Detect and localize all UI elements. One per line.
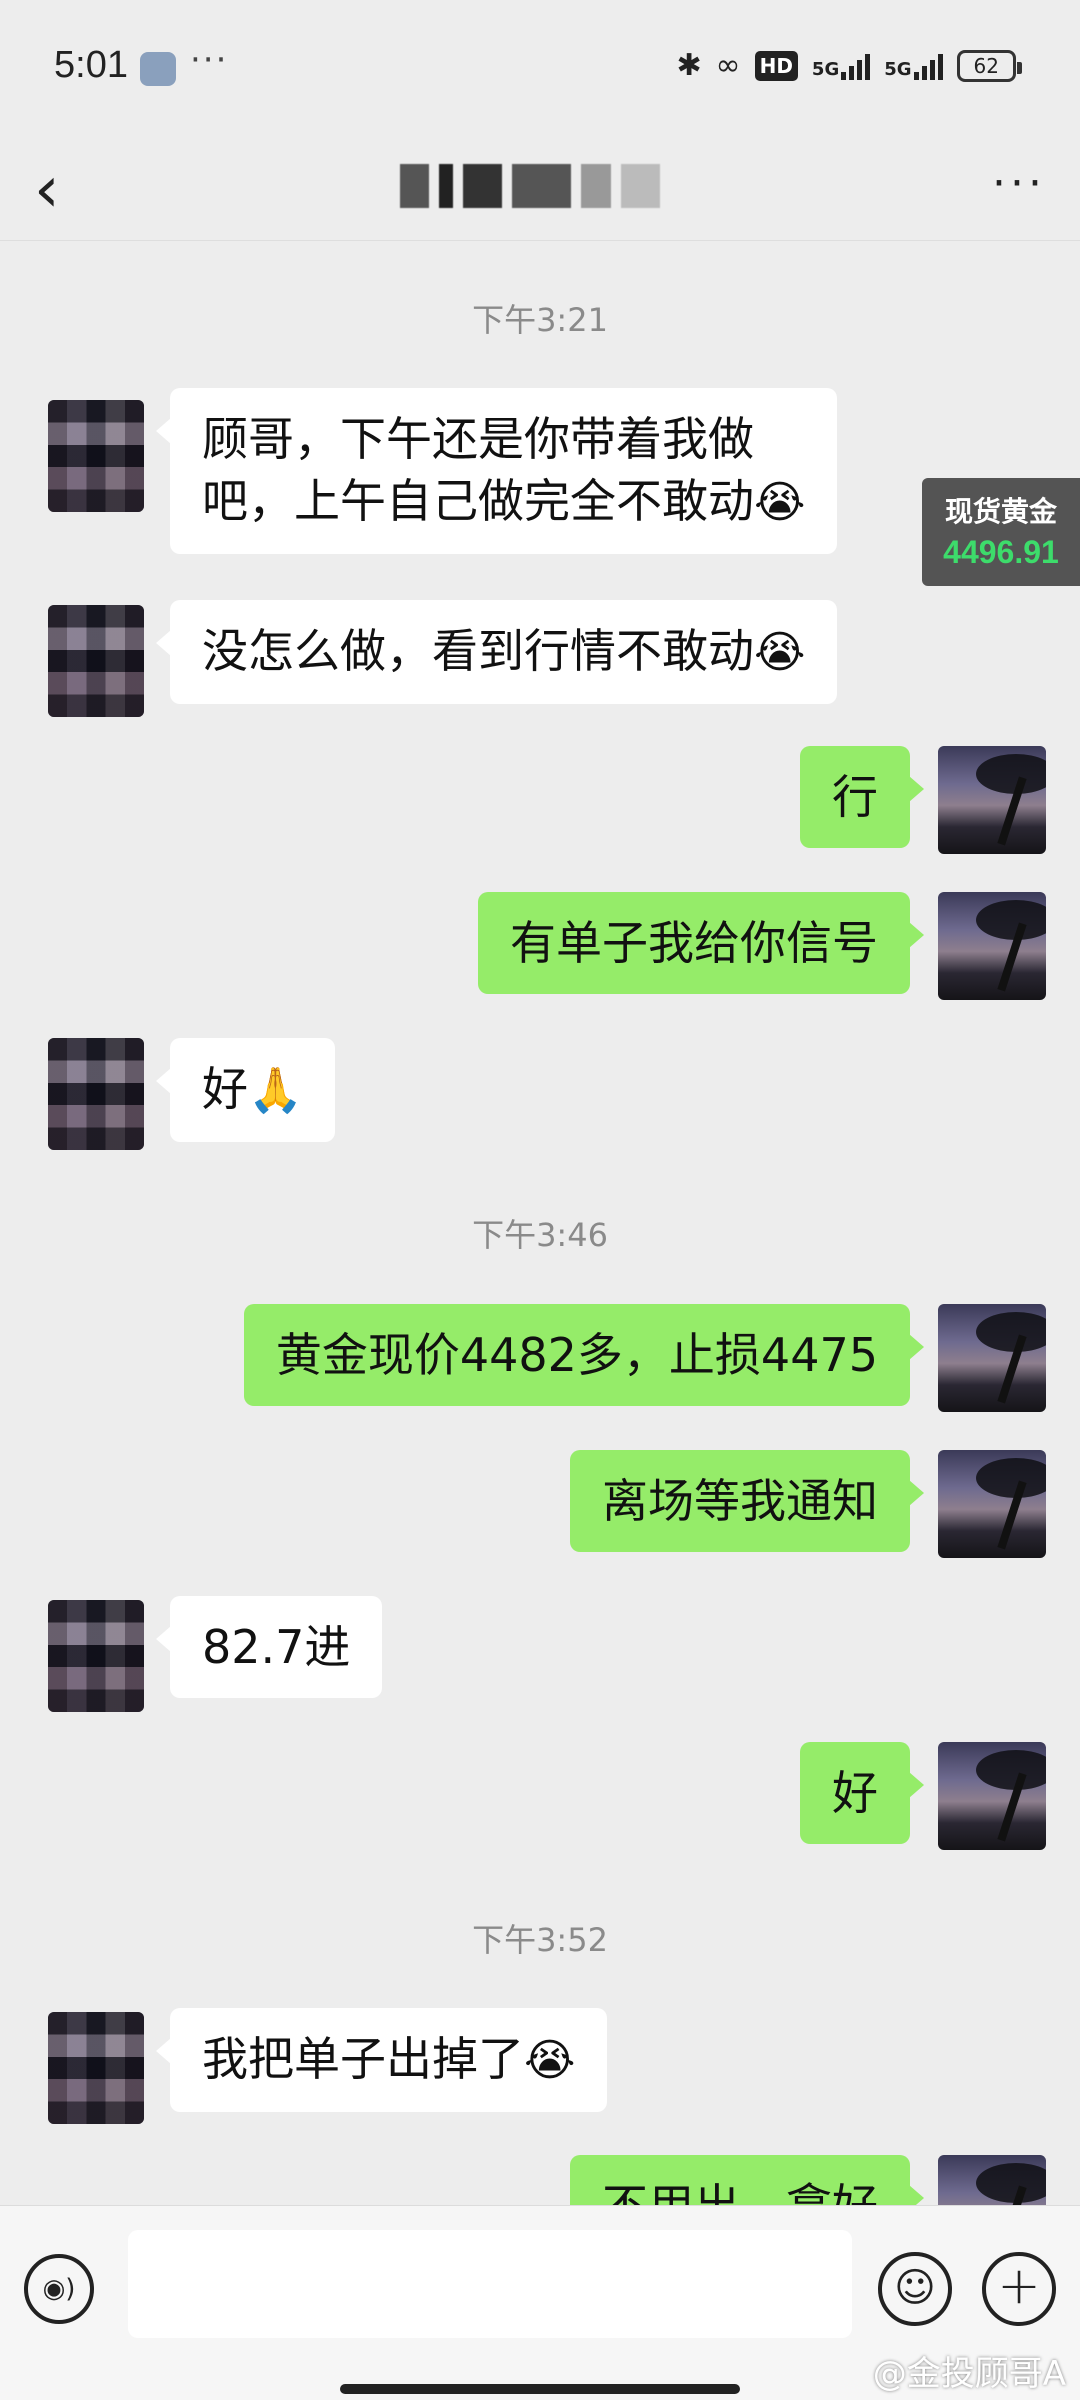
chat-header: ‹ ··· — [0, 140, 1080, 241]
signal-1: 5G — [811, 52, 871, 80]
message-text: 好 — [832, 1766, 878, 1820]
my-avatar[interactable] — [938, 746, 1046, 854]
message-text: 没怎么做，看到行情不敢动 — [202, 624, 754, 678]
message-bubble-outgoing[interactable]: 行 — [800, 746, 924, 848]
message-text: 有单子我给你信号 — [510, 916, 878, 970]
timestamp: 下午3:21 — [472, 301, 608, 339]
battery-icon: 62 — [956, 49, 1023, 82]
status-indicators: ✱ ∞ HD 5G 5G 62 — [676, 48, 1023, 83]
message-text: 行 — [832, 770, 878, 824]
my-avatar[interactable] — [938, 2155, 1046, 2205]
my-avatar[interactable] — [938, 1450, 1046, 1558]
status-bar: 5:01 ··· ✱ ∞ HD 5G 5G 62 — [0, 0, 1080, 140]
voice-icon[interactable]: ◉) — [24, 2254, 94, 2324]
message-bubble-outgoing[interactable]: 黄金现价4482多，止损4475 — [243, 1304, 925, 1406]
back-button[interactable]: ‹ — [34, 150, 60, 230]
watermark: @金投顾哥A — [872, 2354, 1066, 2394]
gold-widget-title: 现货黄金 — [944, 495, 1057, 528]
message-text: 不用出，拿好 — [602, 2179, 878, 2205]
message-text: 我把单子出掉了 — [202, 2032, 524, 2086]
message-text: 82.7进 — [202, 1620, 351, 1674]
network-type-1: 5G — [811, 58, 840, 80]
message-bubble-incoming[interactable]: 我把单子出掉了😭 — [155, 2008, 608, 2112]
message-text: 黄金现价4482多，止损4475 — [275, 1328, 878, 1382]
message-text: 好 — [202, 1062, 248, 1116]
message-text-line: 吧，上午自己做完全不敢动😭 — [202, 474, 806, 528]
message-bubble-outgoing[interactable]: 不用出，拿好 — [570, 2155, 924, 2205]
timestamp: 下午3:46 — [472, 1216, 608, 1254]
chat-screen: 5:01 ··· ✱ ∞ HD 5G 5G 62 ‹ ··· 下午3:21 顾哥… — [0, 0, 1080, 2400]
my-avatar[interactable] — [938, 1742, 1046, 1850]
message-bubble-incoming[interactable]: 82.7进 — [155, 1596, 383, 1698]
message-input[interactable] — [128, 2230, 852, 2338]
home-indicator[interactable] — [340, 2384, 740, 2394]
plus-icon[interactable]: + — [982, 2252, 1056, 2326]
signal-bars-icon — [913, 52, 943, 80]
message-bubble-outgoing[interactable]: 好 — [800, 1742, 924, 1844]
message-bubble-incoming[interactable]: 没怎么做，看到行情不敢动😭 — [155, 600, 838, 704]
message-bubble-incoming[interactable]: 顾哥，下午还是你带着我做 吧，上午自己做完全不敢动😭 — [155, 388, 838, 554]
crying-emoji-icon: 😭 — [754, 477, 806, 528]
contact-avatar[interactable] — [48, 400, 144, 512]
more-button[interactable]: ··· — [992, 158, 1046, 209]
my-avatar[interactable] — [938, 892, 1046, 1000]
my-avatar[interactable] — [938, 1304, 1046, 1412]
status-time: 5:01 — [54, 44, 128, 86]
signal-2: 5G — [884, 52, 943, 80]
message-bubble-outgoing[interactable]: 有单子我给你信号 — [478, 892, 924, 994]
link-icon: ∞ — [715, 48, 741, 83]
message-bubble-incoming[interactable]: 好🙏 — [156, 1038, 335, 1142]
contact-avatar[interactable] — [48, 605, 144, 717]
bluetooth-icon: ✱ — [676, 48, 702, 83]
hd-badge: HD — [754, 50, 798, 81]
contact-avatar[interactable] — [48, 1038, 144, 1150]
input-bar: ◉) ☺ + @金投顾哥A — [0, 2205, 1080, 2400]
crying-emoji-icon: 😭 — [754, 627, 806, 678]
status-more-dots: ··· — [190, 40, 229, 80]
message-list[interactable]: 下午3:21 顾哥，下午还是你带着我做 吧，上午自己做完全不敢动😭 没怎么做，看… — [0, 240, 1080, 2205]
contact-avatar[interactable] — [48, 1600, 144, 1712]
crying-emoji-icon: 😭 — [524, 2035, 576, 2086]
chat-title-redacted — [400, 158, 660, 214]
timestamp: 下午3:52 — [472, 1921, 608, 1959]
gold-price-widget[interactable]: 现货黄金 4496.91 — [922, 478, 1080, 586]
wrench-icon — [140, 52, 176, 86]
contact-avatar[interactable] — [48, 2012, 144, 2124]
signal-bars-icon — [841, 52, 871, 80]
pray-emoji-icon: 🙏 — [248, 1065, 303, 1116]
message-text: 离场等我通知 — [602, 1474, 878, 1528]
message-text-line: 顾哥，下午还是你带着我做 — [202, 412, 754, 466]
emoji-icon[interactable]: ☺ — [878, 2252, 952, 2326]
network-type-2: 5G — [884, 58, 912, 80]
message-bubble-outgoing[interactable]: 离场等我通知 — [570, 1450, 924, 1552]
gold-widget-price: 4496.91 — [943, 534, 1059, 570]
